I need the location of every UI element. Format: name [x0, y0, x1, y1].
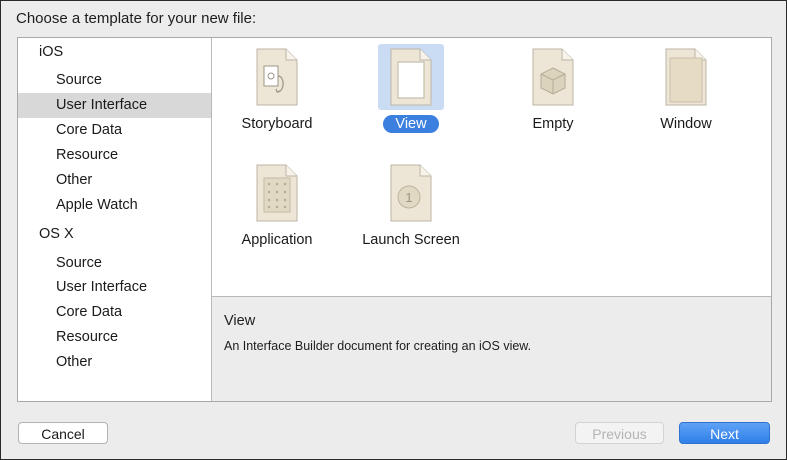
- svg-text:1: 1: [405, 190, 412, 205]
- template-label: Window: [660, 116, 712, 132]
- sidebar-item-ios-core-data[interactable]: Core Data: [18, 118, 211, 143]
- sidebar-item-ios-user-interface[interactable]: User Interface: [18, 93, 211, 118]
- template-label: Launch Screen: [362, 232, 460, 248]
- sidebar-item-osx-resource[interactable]: Resource: [18, 325, 211, 350]
- template-application[interactable]: Application: [212, 156, 342, 266]
- next-button[interactable]: Next: [679, 422, 770, 444]
- launch-screen-icon: 1: [378, 160, 444, 226]
- template-window[interactable]: Window: [621, 40, 751, 150]
- template-storyboard[interactable]: Storyboard: [212, 40, 342, 150]
- template-label: Application: [241, 232, 313, 248]
- description-title: View: [224, 313, 256, 329]
- sidebar-item-ios-source[interactable]: Source: [18, 68, 211, 93]
- sidebar-item-osx-core-data[interactable]: Core Data: [18, 300, 211, 325]
- template-label: View: [346, 115, 476, 133]
- previous-button[interactable]: Previous: [575, 422, 664, 444]
- template-view[interactable]: View: [346, 40, 476, 150]
- sidebar-item-osx-other[interactable]: Other: [18, 350, 211, 375]
- template-label: Empty: [532, 116, 574, 132]
- empty-icon: [520, 44, 586, 110]
- template-description: View An Interface Builder document for c…: [212, 296, 771, 401]
- sidebar-item-ios-other[interactable]: Other: [18, 168, 211, 193]
- sidebar-item-osx-user-interface[interactable]: User Interface: [18, 275, 211, 300]
- sidebar-item-osx-source[interactable]: Source: [18, 251, 211, 276]
- template-panel: iOS Source User Interface Core Data Reso…: [17, 37, 772, 402]
- application-icon: [244, 160, 310, 226]
- cancel-button[interactable]: Cancel: [18, 422, 108, 444]
- view-icon: [378, 44, 444, 110]
- template-label: Storyboard: [241, 116, 313, 132]
- template-launch-screen[interactable]: 1 Launch Screen: [346, 156, 476, 266]
- template-chooser-dialog: Choose a template for your new file: iOS…: [0, 0, 787, 460]
- template-empty[interactable]: Empty: [488, 40, 618, 150]
- sidebar-section-ios: iOS: [39, 44, 64, 60]
- description-body: An Interface Builder document for creati…: [224, 339, 532, 353]
- template-grid: Storyboard View Empty Window Application…: [212, 38, 771, 296]
- window-icon: [653, 44, 719, 110]
- category-sidebar: iOS Source User Interface Core Data Reso…: [18, 38, 212, 401]
- storyboard-icon: [244, 44, 310, 110]
- sidebar-item-ios-resource[interactable]: Resource: [18, 143, 211, 168]
- sidebar-item-ios-apple-watch[interactable]: Apple Watch: [18, 193, 211, 218]
- dialog-heading: Choose a template for your new file:: [16, 10, 257, 27]
- sidebar-section-osx: OS X: [39, 226, 74, 242]
